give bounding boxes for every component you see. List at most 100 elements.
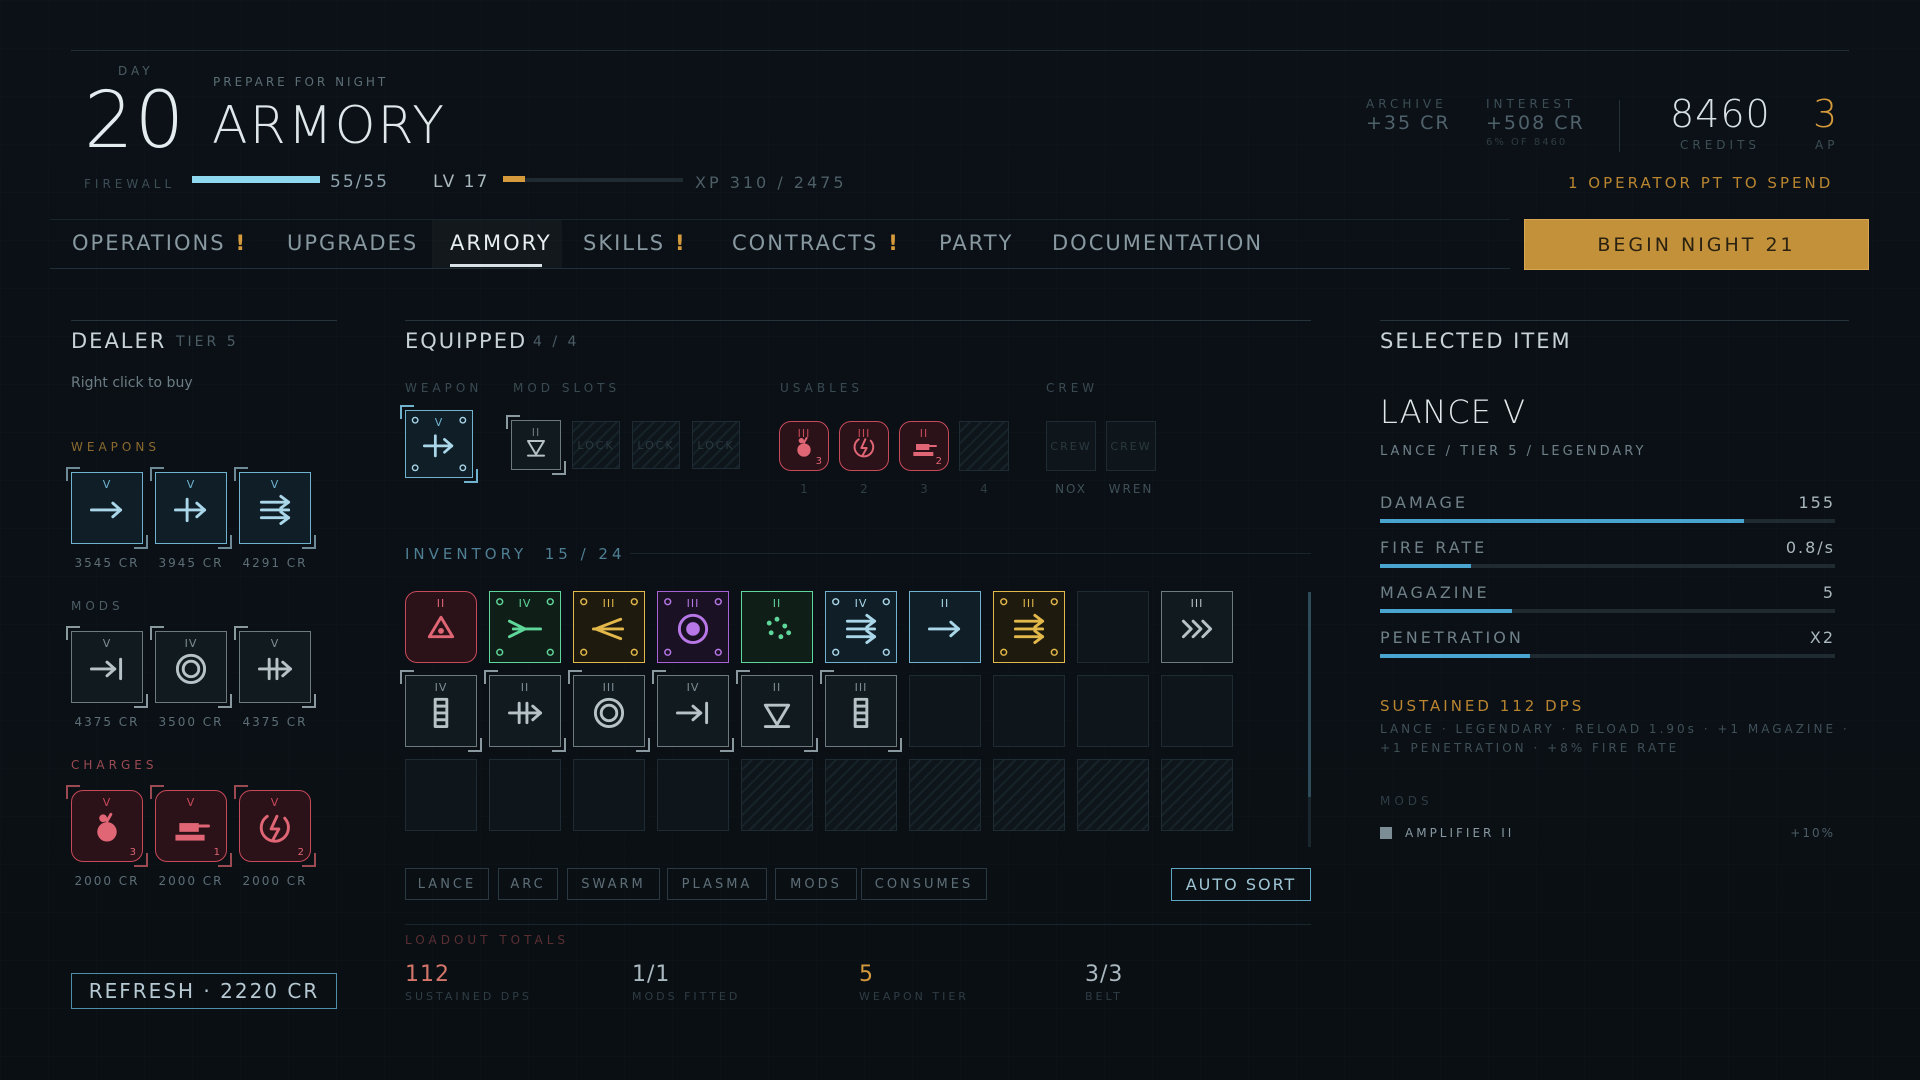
equipped-mod-slot[interactable]: II [506,415,566,475]
inventory-slot-empty[interactable] [993,675,1065,747]
tab-operations[interactable]: OPERATIONS! [72,231,247,255]
tab-documentation[interactable]: DOCUMENTATION [1052,231,1263,255]
shock-icon [853,438,875,458]
charges-category-label: CHARGES [71,758,158,772]
filter-consumes-button[interactable]: CONSUMES [861,868,987,900]
dealer-charge-slot[interactable]: V1 [150,785,232,867]
slot-corner [302,853,316,867]
equipped-weapon-slot[interactable]: V [400,405,478,483]
slot-corner [400,670,414,684]
inventory-mod-item[interactable]: III [820,670,902,752]
total-label: MODS FITTED [632,990,741,1003]
usable-slot[interactable]: II 2 [899,421,949,471]
inventory-mod-item[interactable]: IV [652,670,734,752]
inventory-mod-item[interactable]: II [736,670,818,752]
inventory-slot-empty[interactable] [405,759,477,831]
tab-contracts[interactable]: CONTRACTS! [732,231,900,255]
inventory-slot-empty[interactable] [573,759,645,831]
tier-label: V [270,478,280,491]
tab-label: CONTRACTS [732,231,879,255]
sustained-dps: SUSTAINED 112 DPS [1380,697,1585,715]
inventory-slot-empty[interactable] [1077,675,1149,747]
level-label: LV 17 [433,172,490,192]
slot-corner [234,626,248,640]
inventory-slot-empty[interactable] [1077,591,1149,663]
usable-slot-empty[interactable] [959,421,1009,471]
tab-armory[interactable]: ARMORY [450,231,552,255]
begin-night-button[interactable]: BEGIN NIGHT 21 [1524,219,1869,270]
filter-lance-button[interactable]: LANCE [405,868,489,900]
firewall-label: FIREWALL [84,177,176,191]
selected-item-name: LANCE V [1380,393,1527,431]
tier-label: II [940,597,950,610]
bomb-icon [797,437,811,457]
inventory-item[interactable]: III [993,591,1065,663]
inventory-item[interactable]: IV [489,591,561,663]
filter-mods-button[interactable]: MODS [775,868,857,900]
slot-corner [134,694,148,708]
dealer-weapon-slot[interactable]: V [234,467,316,549]
inventory-slot-empty[interactable] [489,759,561,831]
nav-top-divider [50,219,1510,220]
dealer-mod-slot[interactable]: V [66,626,148,708]
firewall-value: 55/55 [330,172,389,192]
auto-sort-button[interactable]: AUTO SORT [1171,868,1311,901]
tab-party[interactable]: PARTY [939,231,1013,255]
inventory-item[interactable]: II [909,591,981,663]
dealer-weapon-slot[interactable]: V [66,467,148,549]
inventory-slot-empty[interactable] [909,675,981,747]
slot-corner [150,785,164,799]
inventory-scrollbar-thumb[interactable] [1308,592,1311,797]
credits-value: 8460 [1670,92,1771,136]
slot-corner [468,738,482,752]
inventory-item[interactable]: II [741,591,813,663]
item-price: 2000 CR [158,874,224,888]
dealer-charge-slot[interactable]: V3 [66,785,148,867]
stat-bar [1380,564,1471,568]
dealer-mod-slot[interactable]: V [234,626,316,708]
item-price: 3500 CR [158,715,224,729]
total-label: WEAPON TIER [859,990,969,1003]
inventory-item[interactable]: III [1161,591,1233,663]
slot-text: CREW [1050,439,1092,453]
inventory-slot-empty[interactable] [1161,675,1233,747]
total-value: 1/1 [632,962,671,987]
usable-slot[interactable]: III 3 [779,421,829,471]
filter-swarm-button[interactable]: SWARM [567,868,660,900]
dealer-mod-slot[interactable]: IV [150,626,232,708]
filter-plasma-button[interactable]: PLASMA [667,868,767,900]
inventory-item[interactable]: III [573,591,645,663]
active-tab-underline [450,264,542,267]
inventory-slot-empty[interactable] [657,759,729,831]
slot-corner [66,467,80,481]
refresh-dealer-button[interactable]: REFRESH · 2220 CR [71,973,337,1009]
filter-arc-button[interactable]: ARC [498,868,558,900]
inventory-mod-item[interactable]: II [484,670,566,752]
crew-slot[interactable]: CREW [1106,421,1156,471]
tier-label: III [1022,597,1036,610]
stat-bar [1380,654,1530,658]
tier-label: III [854,681,868,694]
equipped-divider [405,320,1311,321]
inventory-item[interactable]: IV [825,591,897,663]
credits-label: CREDITS [1680,138,1761,152]
inventory-item[interactable]: II [405,591,477,663]
mod-slots-label: MOD SLOTS [513,381,621,395]
inventory-mod-item[interactable]: III [568,670,650,752]
dealer-hint: Right click to buy [71,375,193,391]
slot-corner [234,785,248,799]
dealer-charge-slot[interactable]: V2 [234,785,316,867]
tab-skills[interactable]: SKILLS! [583,231,687,255]
tier-label: V [102,796,112,809]
tab-upgrades[interactable]: UPGRADES [287,231,418,255]
usable-slot[interactable]: III [839,421,889,471]
interest-note: 6% OF 8460 [1486,137,1568,148]
tier-label: V [434,416,444,429]
total-label: SUSTAINED DPS [405,990,532,1003]
crew-slot[interactable]: CREW [1046,421,1096,471]
inventory-mod-item[interactable]: IV [400,670,482,752]
firewall-bar [192,176,320,183]
dealer-weapon-slot[interactable]: V [150,467,232,549]
inventory-item[interactable]: III [657,591,729,663]
item-price: 4375 CR [242,715,308,729]
